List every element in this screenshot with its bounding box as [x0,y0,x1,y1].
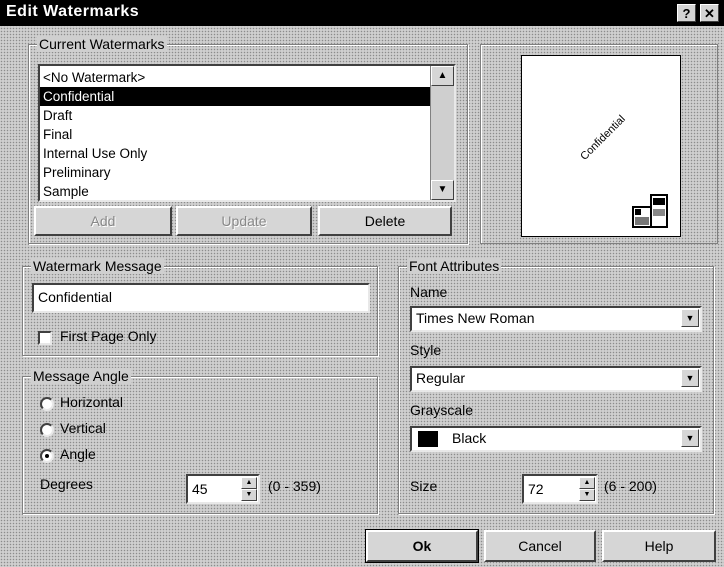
horizontal-radio[interactable] [40,397,54,411]
page-layout-icon [631,193,669,229]
font-style-dropdown-icon[interactable]: ▼ [681,369,699,387]
font-style-select[interactable]: Regular ▼ [410,366,702,392]
angle-radio[interactable] [40,449,54,463]
horizontal-label: Horizontal [60,394,124,410]
help-button[interactable]: Help [602,530,716,562]
first-page-only-checkbox[interactable] [38,331,52,345]
watermark-list-item[interactable]: Draft [40,106,430,125]
font-style-value: Regular [416,370,466,386]
font-name-select[interactable]: Times New Roman ▼ [410,306,702,332]
window-title: Edit Watermarks [6,3,140,20]
close-icon[interactable]: ✕ [700,4,719,22]
size-up-icon[interactable]: ▲ [579,477,595,489]
size-down-icon[interactable]: ▼ [579,489,595,501]
degrees-down-icon[interactable]: ▼ [241,489,257,501]
watermark-list-item[interactable]: Final [40,125,430,144]
font-style-label: Style [410,342,442,358]
update-button[interactable]: Update [176,206,312,236]
watermark-message-legend: Watermark Message [31,258,164,274]
current-watermarks-legend: Current Watermarks [37,36,167,52]
degrees-up-icon[interactable]: ▲ [241,477,257,489]
degrees-value: 45 [192,481,208,497]
vertical-radio[interactable] [40,423,54,437]
degrees-range: (0 - 359) [268,478,321,494]
font-size-value: 72 [528,481,544,497]
watermark-list-item[interactable]: Sample [40,182,430,200]
grayscale-label: Grayscale [410,402,474,418]
scroll-down-icon[interactable]: ▼ [431,180,454,200]
grayscale-dropdown-icon[interactable]: ▼ [681,429,699,447]
font-name-dropdown-icon[interactable]: ▼ [681,309,699,327]
message-angle-legend: Message Angle [31,368,131,384]
preview-pane: Confidential [480,44,718,244]
watermark-list-item[interactable]: Confidential [40,87,430,106]
font-size-range: (6 - 200) [604,478,657,494]
list-scrollbar[interactable]: ▲ ▼ [430,66,454,200]
watermark-message-input[interactable]: Confidential [32,283,370,313]
font-name-label: Name [410,284,448,300]
grayscale-value: Black [452,430,487,446]
scroll-up-icon[interactable]: ▲ [431,66,454,86]
add-button[interactable]: Add [34,206,172,236]
font-size-label: Size [410,478,438,494]
vertical-label: Vertical [60,420,106,436]
watermark-listbox[interactable]: <No Watermark> Confidential Draft Final Inte… [38,64,456,202]
font-attributes-legend: Font Attributes [407,258,502,274]
preview-watermark-text: Confidential [578,113,628,163]
help-icon[interactable]: ? [677,4,696,22]
ok-button[interactable]: Ok [365,529,479,563]
watermark-list-item[interactable]: Preliminary [40,163,430,182]
angle-label: Angle [60,446,96,462]
watermark-list-item[interactable]: Internal Use Only [40,144,430,163]
grayscale-swatch [418,431,438,447]
degrees-input[interactable]: 45 ▲ ▼ [186,474,260,504]
watermark-list-item[interactable]: <No Watermark> [40,68,430,87]
watermark-list: <No Watermark> Confidential Draft Final Inte… [40,68,430,200]
first-page-only-label: First Page Only [60,328,157,344]
grayscale-select[interactable]: Black ▼ [410,426,702,452]
degrees-label: Degrees [40,476,93,492]
font-name-value: Times New Roman [416,310,535,326]
delete-button[interactable]: Delete [318,206,452,236]
title-bar: Edit Watermarks ? ✕ [0,0,724,26]
font-size-input[interactable]: 72 ▲ ▼ [522,474,598,504]
cancel-button[interactable]: Cancel [484,530,596,562]
